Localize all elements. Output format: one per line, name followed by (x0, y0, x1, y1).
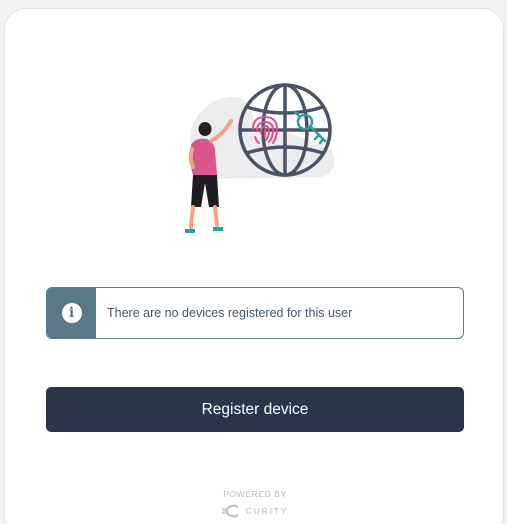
brand-name: CURITY (245, 506, 289, 516)
illustration (185, 83, 335, 233)
alert-message: There are no devices registered for this… (107, 306, 353, 320)
brand-logo: CURITY (5, 504, 505, 518)
register-device-button[interactable]: Register device (46, 387, 464, 432)
powered-by-label: POWERED BY (223, 489, 287, 499)
alert-icon-container: i (47, 288, 96, 338)
info-icon: i (61, 303, 82, 323)
login-card: i There are no devices registered for th… (4, 8, 504, 524)
info-alert: i There are no devices registered for th… (46, 287, 464, 339)
curity-logo-icon (221, 504, 239, 518)
globe-icon (238, 83, 332, 177)
